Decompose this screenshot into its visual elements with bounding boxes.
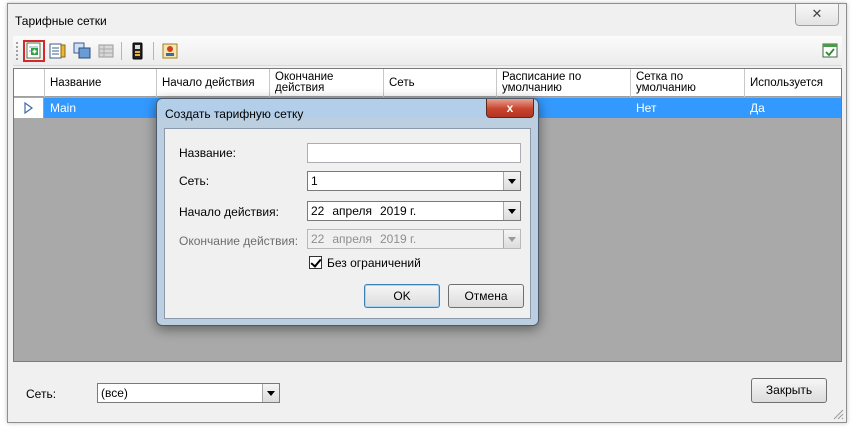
column-header-name[interactable]: Название xyxy=(45,69,157,97)
network-select-value: 1 xyxy=(311,174,318,188)
delete-grid-icon xyxy=(98,44,114,58)
start-date-month[interactable]: апреля xyxy=(332,204,372,218)
copy-grid-icon xyxy=(73,42,91,59)
properties-button[interactable] xyxy=(159,40,181,62)
column-header-used[interactable]: Используется xyxy=(745,69,841,97)
properties-icon xyxy=(162,43,178,59)
export-icon xyxy=(822,43,838,58)
tariff-icon xyxy=(132,42,143,60)
end-date-picker: 22 апреля 2019 г. xyxy=(307,229,521,249)
start-date-label: Начало действия: xyxy=(179,205,279,219)
network-filter-select[interactable]: (все) xyxy=(97,383,280,403)
toolbar xyxy=(13,36,842,66)
cell-name[interactable]: Main xyxy=(45,98,157,118)
add-grid-icon xyxy=(26,42,41,59)
unlimited-checkbox[interactable] xyxy=(309,256,322,269)
column-header-end[interactable]: Окончание действия xyxy=(270,69,384,97)
start-date-year[interactable]: 2019 г. xyxy=(380,204,416,218)
toolbar-separator xyxy=(153,42,154,60)
window-close-button[interactable]: ✕ xyxy=(795,4,839,26)
table-header: Название Начало действия Окончание дейст… xyxy=(14,69,841,97)
name-label: Название: xyxy=(179,146,236,160)
cancel-button[interactable]: Отмена xyxy=(448,284,524,308)
current-row-arrow-icon xyxy=(24,102,34,114)
row-indicator xyxy=(14,98,44,118)
network-filter-value: (все) xyxy=(101,386,128,400)
dialog-body: Название: Сеть: 1 Начало действия: 22 апр… xyxy=(164,128,531,319)
copy-grid-button[interactable] xyxy=(71,40,93,62)
delete-grid-button[interactable] xyxy=(95,40,117,62)
export-button[interactable] xyxy=(819,40,841,62)
dialog-close-button[interactable]: x xyxy=(486,99,534,118)
close-button[interactable]: Закрыть xyxy=(751,378,827,403)
edit-grid-button[interactable] xyxy=(47,40,69,62)
end-date-month: апреля xyxy=(332,232,372,246)
cell-default-grid[interactable]: Нет xyxy=(631,98,745,118)
toolbar-grip xyxy=(16,42,18,60)
network-label: Сеть: xyxy=(179,174,210,188)
end-date-label: Окончание действия: xyxy=(179,234,299,248)
start-date-value: 22 апреля 2019 г. xyxy=(311,204,416,218)
row-header-corner xyxy=(14,69,45,97)
network-select[interactable]: 1 xyxy=(307,171,521,191)
cell-used[interactable]: Да xyxy=(745,98,841,118)
network-filter-label: Сеть: xyxy=(26,387,57,401)
end-date-day: 22 xyxy=(311,232,325,246)
chevron-down-icon[interactable] xyxy=(262,384,279,402)
tariff-button[interactable] xyxy=(127,40,149,62)
resize-grip-icon[interactable] xyxy=(832,408,844,420)
end-date-value: 22 апреля 2019 г. xyxy=(311,232,416,246)
start-date-picker[interactable]: 22 апреля 2019 г. xyxy=(307,201,521,221)
column-header-schedule[interactable]: Расписание по умолчанию xyxy=(497,69,631,97)
column-header-default-grid[interactable]: Сетка по умолчанию xyxy=(631,69,745,97)
title-bar: Тарифные сетки ✕ xyxy=(8,4,846,36)
unlimited-label[interactable]: Без ограничений xyxy=(327,256,421,270)
edit-grid-icon xyxy=(49,43,66,59)
column-header-network[interactable]: Сеть xyxy=(384,69,497,97)
chevron-down-icon[interactable] xyxy=(503,172,520,190)
chevron-down-icon xyxy=(503,230,520,248)
create-tariff-grid-dialog: Создать тарифную сетку x Название: Сеть:… xyxy=(156,98,539,326)
add-grid-button[interactable] xyxy=(23,40,45,62)
window-title: Тарифные сетки xyxy=(15,14,107,28)
dialog-title: Создать тарифную сетку xyxy=(165,107,304,121)
chevron-down-icon[interactable] xyxy=(503,202,520,220)
toolbar-separator xyxy=(121,42,122,60)
start-date-day[interactable]: 22 xyxy=(311,204,324,218)
end-date-year: 2019 г. xyxy=(379,232,417,246)
column-header-start[interactable]: Начало действия xyxy=(157,69,270,97)
ok-button[interactable]: OK xyxy=(364,284,440,308)
name-input[interactable] xyxy=(307,143,521,163)
